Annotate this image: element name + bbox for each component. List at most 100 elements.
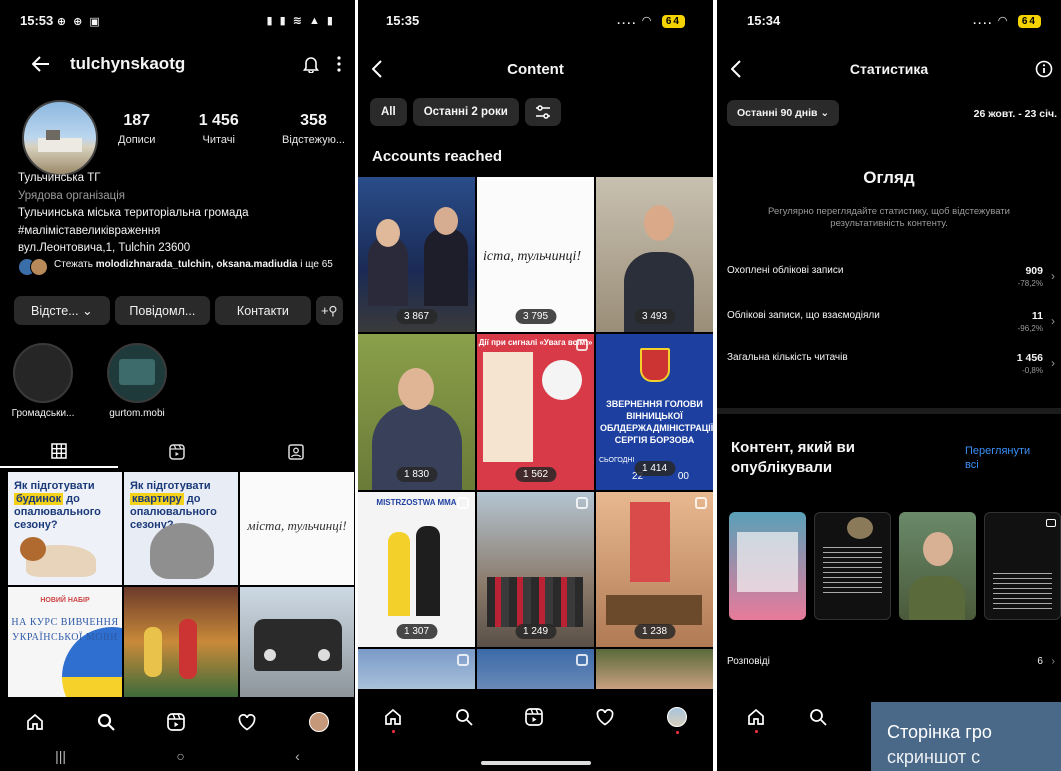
tagged-icon [288,444,304,460]
home-icon[interactable] [384,708,402,733]
message-button[interactable]: Повідомл... [114,296,211,325]
content-tile[interactable]: ЗВЕРНЕННЯ ГОЛОВИ ВІННИЦЬКОЇ ОБЛДЕРЖАДМІН… [596,334,713,490]
home-indicator [480,761,591,765]
stories-row [729,512,1061,620]
date-range-dropdown[interactable]: Останні 90 днів ⌄ [727,100,840,126]
more-options-icon[interactable] [337,56,341,72]
followed-by[interactable]: Стежать molodizhnarada_tulchin, oksana.m… [18,258,343,276]
content-tile[interactable]: 1 249 [477,492,594,647]
add-person-button[interactable]: +⚲ [315,296,343,325]
profile-avatar[interactable] [22,100,98,176]
status-icons: .... ◠ 64 [973,14,1041,28]
heart-icon[interactable] [238,713,256,731]
stat-posts[interactable]: 187 Дописи [118,112,155,146]
bio-category: Урядова організація [18,189,126,202]
content-tile[interactable]: Дії при сигналі «Увага всім!» 1 562 [477,334,594,490]
bell-icon[interactable] [303,55,319,73]
tab-grid[interactable] [0,436,119,468]
story-thumbnail[interactable] [729,512,806,620]
back-chevron-icon[interactable] [372,60,382,78]
reels-icon[interactable] [167,713,186,731]
filter-all[interactable]: All [370,98,407,126]
bottom-nav [0,697,355,747]
story-highlights: Громадськи... gurtom.mobi [8,343,355,419]
post-tile[interactable]: НОВИЙ НАБІР НА КУРС ВИВЧЕННЯ УКРАЇНСЬКОЇ… [8,587,122,697]
profile-stats: 187 Дописи 1 456 Читачі 358 Відстежую... [118,112,345,146]
follow-button[interactable]: Відсте... ⌄ [14,296,110,325]
filter-period[interactable]: Останні 2 роки [412,98,519,126]
reels-icon [169,444,186,460]
status-time: 15:53 ⊕ ⊕ ▣ [20,12,102,28]
content-tile[interactable] [477,649,594,689]
profile-username: tulchynskaotg [70,54,186,73]
tab-tagged[interactable] [237,436,355,468]
home-icon[interactable] [26,713,44,731]
content-tile[interactable]: 1 238 [596,492,713,647]
post-tile[interactable]: Як підготувати будинок до опалювального с… [8,472,122,585]
status-time: 15:34 [747,12,781,28]
bio-address[interactable]: вул.Леонтовича,1, Tulchin 23600 [18,240,345,258]
post-tile[interactable]: Як підготувати квартиру до опалювального … [124,472,238,585]
highlight-item[interactable]: Громадськи... [8,343,78,419]
profile-icon[interactable] [666,707,687,734]
story-thumbnail[interactable] [899,512,976,620]
search-icon[interactable] [97,713,115,731]
metric-total-followers[interactable]: Загальна кількість читачів 1 456 -0,8% › [727,352,1055,376]
caption-overlay: Сторінка гро скриншот с [871,702,1061,771]
stories-metric[interactable]: Розповіді 6 › [727,656,1055,667]
profile-bio: Тульчинська ТГ Урядова організація Тульч… [18,170,345,258]
content-section-title: Контент, який ви опублікували [731,439,855,476]
post-tile[interactable]: міста, тульчинці! [240,472,354,585]
home-icon[interactable] [747,708,765,733]
metric-accounts-reached[interactable]: Охоплені облікові записи 909 -78,2% › [727,265,1055,289]
story-thumbnail[interactable] [814,512,891,620]
content-tile[interactable]: 1 830 [358,334,475,490]
content-tile[interactable]: іста, тульчинці! 3 795 [477,177,594,332]
system-home-button[interactable]: ○ [176,748,184,764]
content-tile[interactable] [596,649,713,689]
content-filters: All Останні 2 роки [370,98,561,126]
system-back-button[interactable]: ‹ [295,748,300,764]
back-chevron-icon[interactable] [731,60,741,78]
search-icon[interactable] [455,708,473,726]
content-tile[interactable]: MISTRZOSTWA MMA 1 307 [358,492,475,647]
overview-description: Регулярно переглядайте статистику, щоб в… [768,206,1010,229]
filter-settings[interactable] [524,98,561,126]
content-tile[interactable] [358,649,475,689]
post-tile[interactable] [124,587,238,697]
status-bar: 15:35 .... ◠ 64 [358,0,713,40]
profile-header: tulchynskaotg [0,44,355,84]
page-title: Статистика [849,61,929,77]
profile-actions: Відсте... ⌄ Повідомл... Контакти +⚲ [14,296,343,325]
chevron-right-icon: › [1051,356,1055,370]
bio-hashtag[interactable]: #маліміставеликівраження [18,223,345,241]
profile-icon[interactable] [308,712,329,732]
search-icon[interactable] [809,708,827,726]
stat-following[interactable]: 358 Відстежую... [282,112,345,146]
tab-reels[interactable] [118,436,236,468]
contacts-button[interactable]: Контакти [215,296,311,325]
section-divider [717,408,1061,414]
status-time: 15:35 [386,12,420,28]
content-tile[interactable]: 3 493 [596,177,713,332]
back-arrow-icon[interactable] [32,56,50,72]
bottom-nav [358,692,713,742]
page-title: Content [507,60,564,78]
metric-accounts-engaged[interactable]: Облікові записи, що взаємодіяли 11 -96,2%… [727,310,1055,334]
heart-icon[interactable] [596,708,614,726]
highlight-item[interactable]: gurtom.mobi [102,343,172,419]
info-icon[interactable] [1035,60,1053,78]
content-grid: 3 867 іста, тульчинці! 3 795 3 493 1 830… [358,177,713,689]
chevron-right-icon: › [1051,314,1055,328]
story-thumbnail[interactable] [984,512,1061,620]
overview-title: Огляд [863,168,915,187]
date-range-label: 26 жовт. - 23 січ. [973,108,1057,120]
profile-tabs [0,436,355,468]
post-tile[interactable] [240,587,354,697]
section-title: Accounts reached [372,148,503,165]
recent-apps-button[interactable]: ||| [55,748,66,764]
view-all-link[interactable]: Переглянути всі [965,444,1045,472]
reels-icon[interactable] [525,708,544,726]
content-tile[interactable]: 3 867 [358,177,475,332]
stat-followers[interactable]: 1 456 Читачі [199,112,239,146]
